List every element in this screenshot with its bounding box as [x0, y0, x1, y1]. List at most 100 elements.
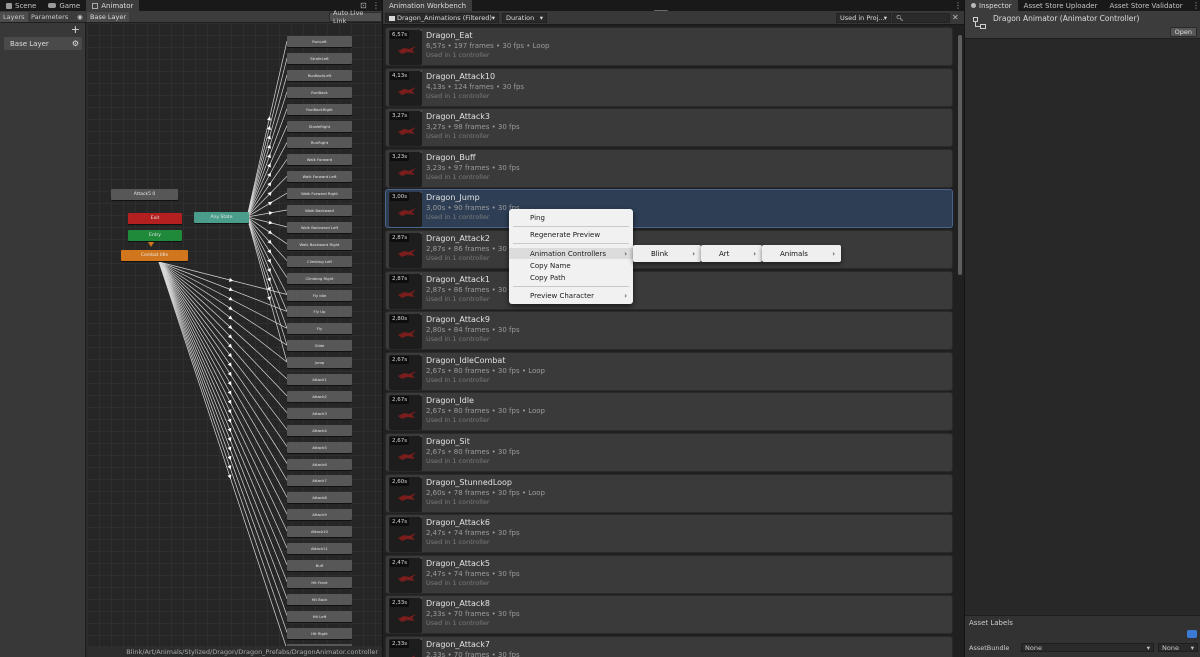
clip-preview-thumbnail[interactable]: 2,67s — [389, 395, 422, 431]
state-node[interactable]: Climbing Right — [287, 272, 352, 284]
clip-card[interactable]: 3,00s ˚Dragon_Jump3,00s • 90 frames • 30 … — [385, 189, 953, 229]
clip-preview-thumbnail[interactable]: 2,87s — [389, 233, 422, 268]
clip-card[interactable]: 2,60s ˚ Dragon_StunnedLoop 2,60s • 78 frame… — [385, 473, 953, 513]
state-node[interactable]: Attack1 — [287, 374, 352, 385]
layer-base-layer[interactable]: Base Layer ⚙ — [4, 37, 82, 50]
state-node[interactable]: Attack4 — [287, 424, 352, 436]
clip-preview-thumbnail[interactable]: 2,67s — [389, 354, 422, 390]
parameters-tab[interactable]: Parameters — [28, 12, 71, 22]
asset-bundle-dropdown[interactable]: None ▾ — [1021, 643, 1154, 652]
scrollbar-thumb[interactable] — [958, 35, 962, 275]
state-node[interactable]: Walk Backward — [287, 205, 352, 216]
clip-card[interactable]: 2,67s ˚ Dragon_IdleCombat 2,67s • 80 frames… — [385, 351, 953, 391]
clip-card[interactable]: 3,23s ˚ Dragon_Buff 3,23s • 97 frames • 30 … — [385, 148, 953, 188]
tab-asset-store-validator[interactable]: Asset Store Validator — [1103, 0, 1188, 11]
state-node[interactable]: StrafeLeft — [287, 52, 352, 64]
state-attack5-0[interactable]: Attack5 0 — [111, 189, 178, 200]
state-node[interactable]: Attack7 — [287, 475, 352, 487]
state-node[interactable]: Attack2 — [287, 390, 352, 402]
clip-card[interactable]: 2,80s ˚Dragon_Attack92,80s • 84 frames • … — [385, 311, 953, 351]
state-node[interactable]: Jump — [287, 357, 352, 369]
state-node[interactable]: Walk Forward Right — [287, 188, 352, 200]
entry-node[interactable]: Entry — [128, 230, 182, 241]
menu-item-animation-controllers[interactable]: Animation Controllers › — [509, 248, 633, 259]
clip-preview-thumbnail[interactable]: 3,00s — [389, 192, 422, 228]
clip-card[interactable]: 6,57s ˚ Dragon_Eat 6,57s • 197 frames • 30 … — [385, 27, 953, 66]
menu-item-regenerate-preview[interactable]: Regenerate Preview — [509, 229, 633, 240]
tab-animation-workbench[interactable]: Animation Workbench — [383, 0, 473, 11]
clip-preview-thumbnail[interactable]: 6,57s — [389, 30, 422, 65]
clip-card[interactable]: 4,13s ˚ Dragon_Attack10 4,13s • 124 frames … — [385, 67, 953, 107]
clip-preview-thumbnail[interactable]: 2,47s — [389, 557, 422, 593]
menu-item-preview-character[interactable]: Preview Character › — [509, 290, 633, 301]
clip-preview-thumbnail[interactable]: 2,47s — [389, 517, 422, 553]
state-node[interactable]: RunBackRight — [287, 103, 352, 115]
clip-card[interactable]: 2,47s ˚Dragon_Attack62,47s • 74 frames • … — [385, 514, 953, 554]
clip-card[interactable]: 2,67s ˚Dragon_Idle2,67s • 80 frames • 30 … — [385, 392, 953, 432]
pin-icon[interactable]: ˚ — [420, 355, 423, 361]
clip-card[interactable]: 2,33s ˚ Dragon_Attack7 2,33s • 70 frames • … — [385, 636, 953, 657]
pin-icon[interactable]: ˚ — [420, 314, 423, 320]
pin-icon[interactable]: ˚ — [420, 598, 423, 604]
pin-icon[interactable]: ˚ — [420, 558, 423, 564]
submenu-blink[interactable]: Blink › — [633, 245, 701, 262]
state-node[interactable]: RunRight — [287, 137, 352, 149]
clip-card[interactable]: 2,87s ˚ Dragon_Attack1 2,87s • 86 frames • … — [385, 270, 953, 310]
tag-icon[interactable] — [1187, 630, 1197, 638]
state-node[interactable]: Walk Forward Left — [287, 171, 352, 183]
state-node[interactable]: Attack3 — [287, 407, 352, 419]
clip-preview-thumbnail[interactable]: 2,33s — [389, 598, 422, 634]
pin-icon[interactable]: ˚ — [420, 436, 423, 442]
state-node[interactable]: Hit Front — [287, 576, 352, 588]
clip-list-scrollbar[interactable] — [957, 27, 963, 657]
clip-preview-thumbnail[interactable]: 2,87s — [389, 273, 422, 309]
state-node[interactable]: Climbing Left — [287, 255, 352, 267]
clip-card[interactable]: 2,67s ˚ Dragon_Sit 2,67s • 80 frames • 30 f… — [385, 433, 953, 472]
inspector-more-icon[interactable]: ⋮ — [1192, 1, 1200, 10]
menu-item-copy-path[interactable]: Copy Path — [509, 272, 633, 283]
tab-game[interactable]: Game — [42, 0, 86, 11]
gear-icon[interactable]: ⚙ — [72, 39, 79, 48]
tab-asset-store-uploader[interactable]: Asset Store Uploader — [1018, 0, 1104, 11]
pin-icon[interactable]: ˚ — [420, 477, 423, 483]
sort-dropdown[interactable]: Duration ▾ — [502, 13, 547, 23]
open-button[interactable]: Open — [1169, 27, 1197, 37]
state-node[interactable]: Hit Back — [287, 593, 352, 605]
pin-icon[interactable]: ˚ — [420, 517, 423, 523]
asset-bundle-variant-dropdown[interactable]: None ▾ — [1158, 643, 1198, 652]
state-node[interactable]: Attack11 — [287, 543, 352, 554]
state-node[interactable]: RunLeft — [287, 36, 352, 47]
tab-animator[interactable]: Animator — [86, 0, 140, 11]
eye-icon[interactable]: ◉ — [74, 12, 86, 22]
clip-preview-thumbnail[interactable]: 2,33s — [389, 639, 422, 657]
pin-icon[interactable]: ˚ — [420, 71, 423, 77]
pin-icon[interactable]: ˚ — [420, 30, 423, 36]
workbench-more-icon[interactable]: ⋮ — [954, 1, 962, 10]
state-machine-graph[interactable]: Attack5 0 Exit Entry Combat Idle Any Sta… — [87, 23, 382, 646]
pin-icon[interactable]: ˚ — [420, 152, 423, 158]
tab-scene[interactable]: Scene — [0, 0, 42, 11]
pin-icon[interactable]: ˚ — [420, 111, 423, 117]
state-node[interactable]: Hit Left — [287, 610, 352, 622]
menu-item-copy-name[interactable]: Copy Name — [509, 260, 633, 271]
clip-card[interactable]: 2,33s ˚Dragon_Attack82,33s • 70 frames • … — [385, 595, 953, 635]
clip-preview-thumbnail[interactable]: 3,23s — [389, 151, 422, 187]
state-node[interactable]: Fly Idle — [287, 289, 352, 301]
clip-preview-thumbnail[interactable]: 2,60s — [389, 476, 422, 512]
pin-icon[interactable]: ˚ — [420, 395, 423, 401]
tab-inspector[interactable]: Inspector — [965, 0, 1018, 11]
state-node[interactable]: Attack10 — [287, 526, 352, 538]
state-node[interactable]: Buff — [287, 559, 352, 571]
submenu-animals[interactable]: Animals › — [762, 245, 841, 262]
clip-preview-thumbnail[interactable]: 2,67s — [389, 436, 422, 471]
breadcrumb[interactable]: Base Layer — [87, 12, 130, 22]
close-search-icon[interactable]: ✕ — [952, 13, 959, 22]
menu-item-ping[interactable]: Ping — [509, 212, 633, 223]
auto-live-link-button[interactable]: Auto Live Link — [329, 9, 382, 25]
state-node[interactable]: Attack9 — [287, 509, 352, 521]
state-node[interactable]: Walk Backward Left — [287, 221, 352, 233]
clip-preview-thumbnail[interactable]: 2,80s — [389, 314, 422, 350]
state-node[interactable]: Attack8 — [287, 492, 352, 504]
state-node[interactable]: Attack6 — [287, 458, 352, 470]
exit-node[interactable]: Exit — [128, 213, 182, 224]
